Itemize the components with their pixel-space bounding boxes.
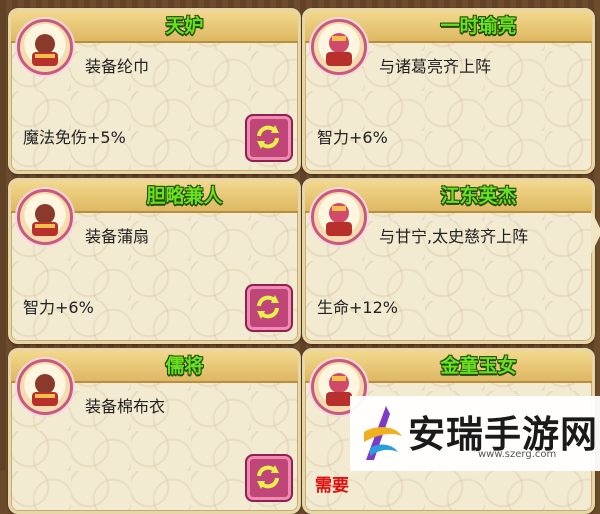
- card-description: 装备纶巾: [85, 57, 150, 76]
- refresh-button[interactable]: [245, 114, 293, 162]
- refresh-icon: [257, 465, 279, 489]
- hero-avatar-icon: [17, 189, 73, 245]
- hero-avatar-icon: [311, 19, 367, 75]
- card-bonus: 魔法免伤+5%: [23, 128, 126, 147]
- refresh-button[interactable]: [245, 454, 293, 502]
- card-title: 一时瑜亮: [440, 15, 517, 37]
- refresh-icon: [257, 295, 279, 319]
- hero-avatar-icon: [311, 189, 367, 245]
- card-bonus: 生命+12%: [317, 298, 398, 317]
- next-page-arrow-icon[interactable]: [591, 210, 600, 254]
- card-bonus: 智力+6%: [23, 298, 94, 317]
- refresh-button[interactable]: [245, 284, 293, 332]
- skill-card-tiandu: 天妒 装备纶巾 魔法免伤+5%: [8, 8, 301, 174]
- hero-avatar-icon: [17, 359, 73, 415]
- card-description: 装备蒲扇: [85, 227, 150, 246]
- card-title: 金童玉女: [440, 355, 517, 377]
- card-bonus: 智力+6%: [317, 128, 388, 147]
- card-description: 装备棉布衣: [85, 397, 166, 416]
- refresh-icon: [257, 125, 279, 149]
- watermark: 安瑞手游网 www.szerg.com: [350, 396, 600, 471]
- watermark-url: www.szerg.com: [478, 449, 557, 460]
- skill-card-danlue: 胆略兼人 装备蒲扇 智力+6%: [8, 178, 301, 344]
- card-title: 天妒: [165, 15, 204, 37]
- skill-card-rujiang: 儒将 装备棉布衣: [8, 348, 301, 514]
- brand-logo-icon: [364, 406, 402, 460]
- skill-card-jiangdong: 江东英杰 与甘宁,太史慈齐上阵 生命+12%: [302, 178, 595, 344]
- card-description: 与诸葛亮齐上阵: [379, 57, 492, 76]
- hero-avatar-icon: [17, 19, 73, 75]
- card-description: 与甘宁,太史慈齐上阵: [379, 227, 529, 246]
- card-title: 胆略兼人: [146, 185, 223, 207]
- card-title: 儒将: [165, 355, 204, 377]
- requirement-label: 需要: [315, 476, 349, 496]
- card-title: 江东英杰: [440, 185, 517, 207]
- skill-card-yishi: 一时瑜亮 与诸葛亮齐上阵 智力+6%: [302, 8, 595, 174]
